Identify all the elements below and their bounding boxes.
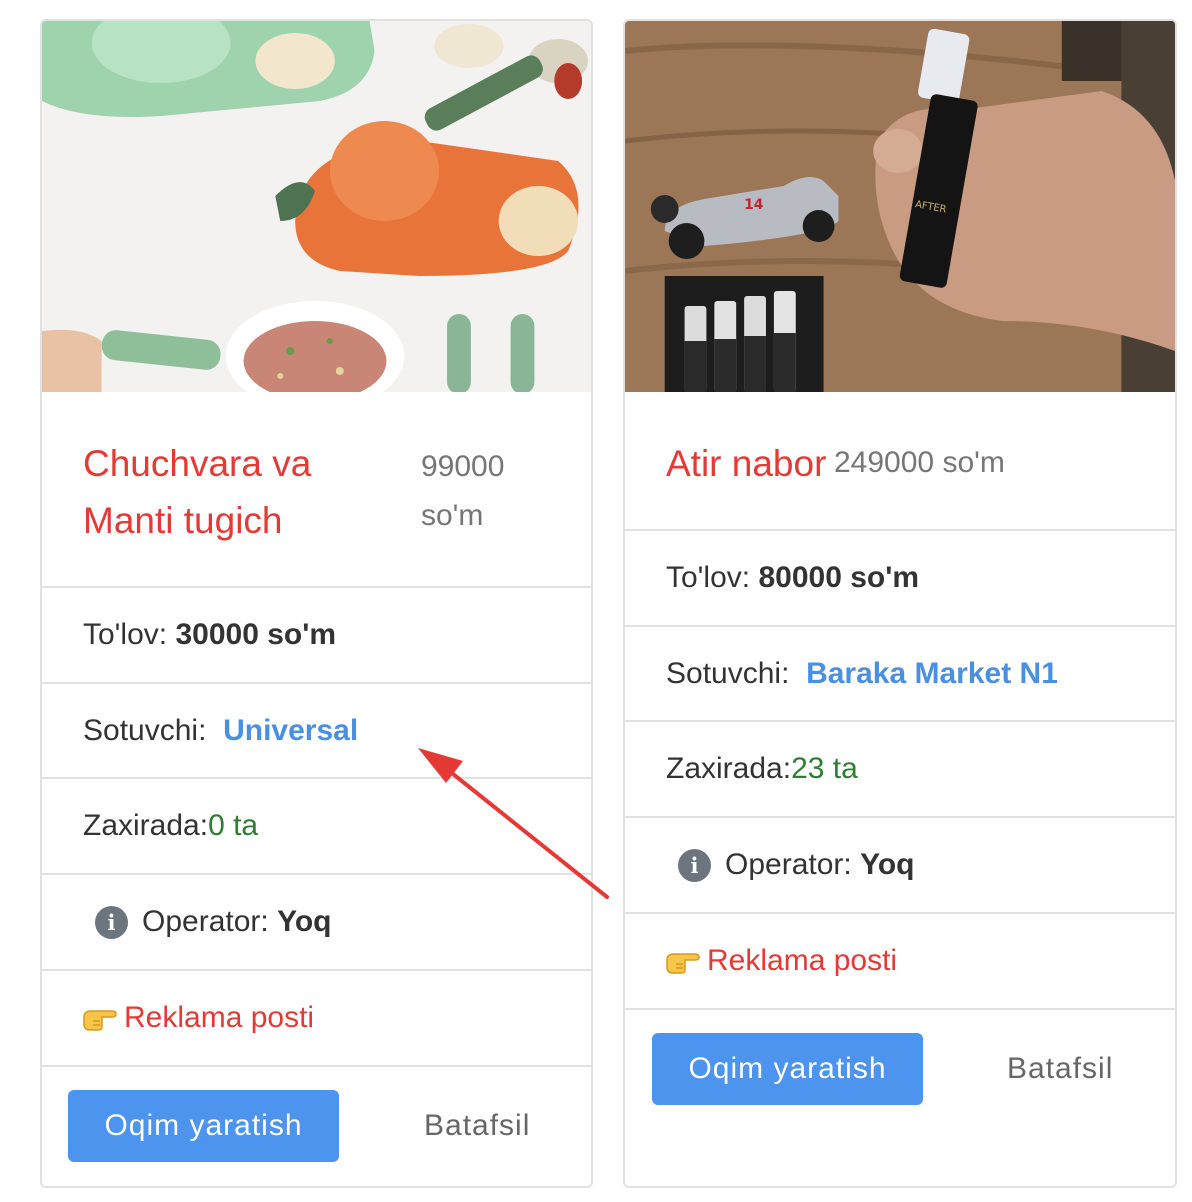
create-stream-button[interactable]: Oqim yaratish [652,1033,923,1105]
stock-label: Zaxirada: [666,752,792,785]
seller-label: Sotuvchi: [666,656,790,690]
ad-row: Reklama posti [42,969,591,1065]
product-card-chuchvara[interactable]: Chuchvara va Manti tugich 99000 so'm To'… [40,19,593,1188]
seller-link[interactable]: Baraka Market N1 [806,657,1058,691]
svg-text:14: 14 [744,197,764,213]
stock-label: Zaxirada: [83,809,209,842]
pointing-hand-icon [666,953,700,974]
operator-label: Operator: [142,905,269,938]
product-card-atir-nabor[interactable]: 14 AFTER Atir nabor 249000 so'm To'lov: … [623,19,1177,1188]
operator-row: i Operator: Yoq [42,873,591,969]
product-header: Chuchvara va Manti tugich 99000 so'm [42,392,591,586]
payment-value: 30000 so'm [175,618,337,651]
operator-label: Operator: [725,848,852,881]
seller-link[interactable]: Universal [223,714,358,748]
stock-row: Zaxirada: 23 ta [625,720,1175,816]
stock-value: 23 ta [791,752,858,785]
product-title[interactable]: Atir nabor [666,435,826,492]
operator-value: Yoq [277,905,332,938]
pointing-hand-icon [83,1010,117,1031]
seller-label: Sotuvchi: [83,713,207,747]
payment-label: To'lov: [666,561,751,594]
payment-row: To'lov: 30000 so'm [42,586,591,682]
payment-row: To'lov: 80000 so'm [625,529,1175,625]
stock-row: Zaxirada: 0 ta [42,777,591,873]
product-title[interactable]: Chuchvara va Manti tugich [83,435,311,549]
details-link[interactable]: Batafsil [424,1090,530,1162]
product-header: Atir nabor 249000 so'm [625,392,1175,529]
ad-post-link[interactable]: Reklama posti [124,1001,314,1035]
details-link[interactable]: Batafsil [1007,1033,1113,1105]
seller-row: Sotuvchi: Baraka Market N1 [625,625,1175,720]
info-circle-icon[interactable]: i [678,848,711,882]
product-price: 99000 so'm [421,450,505,532]
operator-row: i Operator: Yoq [625,816,1175,912]
stock-value: 0 ta [208,809,259,842]
product-image[interactable]: 14 AFTER [625,21,1175,392]
operator-value: Yoq [860,848,915,881]
payment-label: To'lov: [83,618,168,651]
product-price: 249000 so'm [834,446,1005,479]
payment-value: 80000 so'm [758,561,920,594]
product-image[interactable] [42,21,591,392]
seller-row: Sotuvchi: Universal [42,682,591,777]
info-circle-icon[interactable]: i [95,905,128,939]
ad-post-link[interactable]: Reklama posti [707,944,897,978]
ad-row: Reklama posti [625,912,1175,1008]
create-stream-button[interactable]: Oqim yaratish [68,1090,339,1162]
